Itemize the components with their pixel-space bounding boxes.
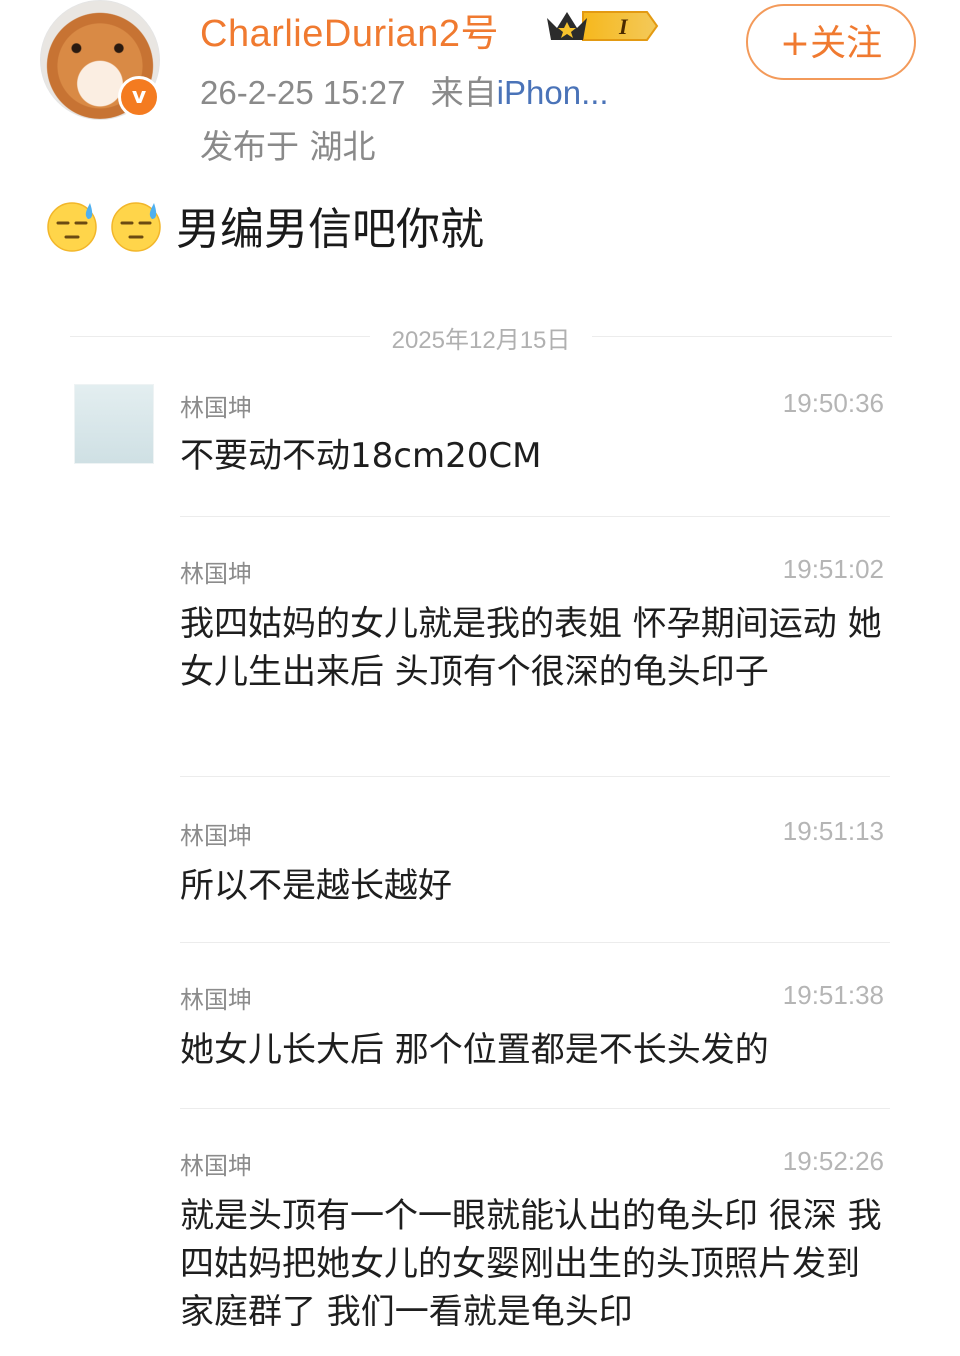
message-sender: 林国坤 (180, 560, 252, 588)
message-separator (180, 776, 890, 777)
chat-message: 林国坤 19:52:26 就是头顶有一个一眼就能认出的龟头印 很深 我四姑妈把她… (180, 1146, 888, 1356)
user-avatar[interactable]: v (40, 0, 160, 120)
message-time: 19:51:02 (782, 554, 884, 584)
message-sender: 林国坤 (180, 394, 252, 422)
message-time: 19:51:13 (782, 816, 884, 846)
chat-message: 林国坤 19:51:02 我四姑妈的女儿就是我的表姐 怀孕期间运动 她女儿生出来… (180, 554, 890, 784)
message-sender: 林国坤 (180, 822, 252, 850)
post-text: 男编男信吧你就 (176, 204, 484, 255)
message-time: 19:52:26 (782, 1146, 884, 1176)
message-text: 所以不是越长越好 (180, 866, 452, 906)
message-time: 19:51:38 (782, 980, 884, 1010)
post-header: v CharlieDurian2号 I 26-2-25 15:27 来自iPho… (0, 0, 960, 180)
sweat-face-icon (111, 202, 161, 252)
svg-text:I: I (618, 14, 629, 39)
post-source-link[interactable]: iPhon... (497, 74, 609, 111)
message-time: 19:50:36 (782, 388, 884, 418)
username[interactable]: CharlieDurian2号 (200, 2, 499, 57)
message-separator (180, 1108, 890, 1109)
vip-crown-badge-icon[interactable]: I (543, 6, 661, 46)
source-prefix: 来自 (430, 74, 497, 111)
date-divider: 2025年12月15日 (70, 316, 892, 356)
chat-avatar (74, 384, 154, 464)
message-sender: 林国坤 (180, 986, 252, 1014)
chat-date: 2025年12月15日 (391, 327, 571, 354)
chat-message: 林国坤 19:51:13 所以不是越长越好 (180, 816, 890, 956)
message-text: 她女儿长大后 那个位置都是不长头发的 (180, 1030, 769, 1070)
chat-message: 林国坤 19:50:36 不要动不动18cm20CM (180, 388, 890, 528)
verified-badge-icon: v (118, 76, 160, 118)
chat-screenshot-image[interactable]: 2025年12月15日 林国坤 19:50:36 不要动不动18cm20CM 林… (70, 300, 892, 1356)
post-location: 发布于 湖北 (200, 127, 376, 166)
post-meta: 26-2-25 15:27 来自iPhon... (200, 66, 609, 114)
message-separator (180, 516, 890, 517)
post-content: 男编男信吧你就 (44, 190, 484, 260)
post-timestamp: 26-2-25 15:27 (200, 74, 406, 111)
message-text: 不要动不动18cm20CM (180, 436, 542, 476)
message-text: 我四姑妈的女儿就是我的表姐 怀孕期间运动 她女儿生出来后 头顶有个很深的龟头印子 (180, 604, 882, 692)
message-separator (180, 942, 890, 943)
message-text: 就是头顶有一个一眼就能认出的龟头印 很深 我四姑妈把她女儿的女婴刚出生的头顶照片… (180, 1196, 882, 1332)
follow-button[interactable]: +关注 (746, 4, 916, 80)
chat-message: 林国坤 19:51:38 她女儿长大后 那个位置都是不长头发的 (180, 980, 890, 1120)
sweat-face-icon (47, 202, 97, 252)
message-sender: 林国坤 (180, 1152, 252, 1180)
